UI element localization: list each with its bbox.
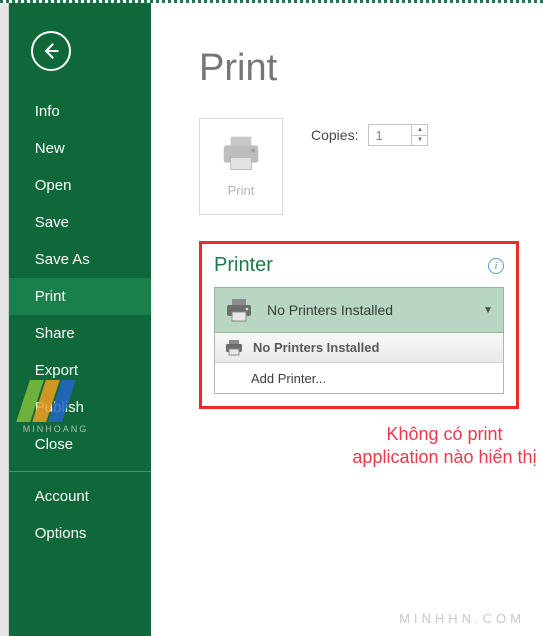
sidebar-item-print[interactable]: Print — [9, 278, 151, 315]
selected-printer-label: No Printers Installed — [267, 302, 483, 318]
info-icon[interactable]: i — [488, 258, 504, 274]
menu-divider — [9, 471, 151, 472]
brand-watermark: MINHHN.COM — [399, 611, 525, 626]
backstage-sidebar: Info New Open Save Save As Print Share E… — [9, 3, 151, 636]
highlight-annotation: Printer i No Printers Installed ▼ No Pri… — [199, 241, 519, 409]
sidebar-item-save[interactable]: Save — [9, 204, 151, 241]
sidebar-item-share[interactable]: Share — [9, 315, 151, 352]
sidebar-item-info[interactable]: Info — [9, 93, 151, 130]
annotation-callout: Không có print application nào hiển thị — [346, 423, 543, 470]
copies-up-button[interactable]: ▲ — [412, 125, 427, 136]
copies-down-button[interactable]: ▼ — [412, 136, 427, 146]
dropdown-header-label: No Printers Installed — [253, 340, 379, 355]
printer-small-icon — [225, 340, 243, 356]
sidebar-item-open[interactable]: Open — [9, 167, 151, 204]
printer-icon — [225, 298, 253, 322]
left-strip — [0, 3, 9, 636]
arrow-left-icon — [41, 41, 61, 61]
copies-input[interactable] — [369, 128, 409, 143]
sidebar-item-account[interactable]: Account — [9, 478, 151, 515]
add-printer-label: Add Printer... — [251, 371, 326, 386]
printer-dropdown[interactable]: No Printers Installed ▼ — [214, 287, 504, 333]
backstage-footer-menu: Account Options — [9, 478, 151, 552]
print-panel: Print Print Copies: ▲ ▼ — [151, 3, 543, 636]
backstage-menu: Info New Open Save Save As Print Share E… — [9, 93, 151, 463]
print-button-label: Print — [228, 183, 255, 198]
sidebar-item-publish[interactable]: Publish — [9, 389, 151, 426]
add-printer-item[interactable]: Add Printer... — [215, 363, 503, 393]
copies-label: Copies: — [311, 127, 358, 143]
printer-dropdown-list: No Printers Installed Add Printer... — [214, 333, 504, 394]
print-button[interactable]: Print — [199, 118, 283, 215]
sidebar-item-new[interactable]: New — [9, 130, 151, 167]
sidebar-item-export[interactable]: Export — [9, 352, 151, 389]
sidebar-item-save-as[interactable]: Save As — [9, 241, 151, 278]
back-button[interactable] — [31, 31, 71, 71]
dropdown-header-item[interactable]: No Printers Installed — [215, 333, 503, 363]
copies-spinner[interactable]: ▲ ▼ — [368, 124, 428, 146]
sidebar-item-close[interactable]: Close — [9, 426, 151, 463]
sidebar-item-options[interactable]: Options — [9, 515, 151, 552]
printer-section-title: Printer — [214, 254, 273, 277]
printer-large-icon — [220, 135, 262, 173]
page-title: Print — [199, 47, 519, 90]
chevron-down-icon: ▼ — [483, 305, 493, 316]
